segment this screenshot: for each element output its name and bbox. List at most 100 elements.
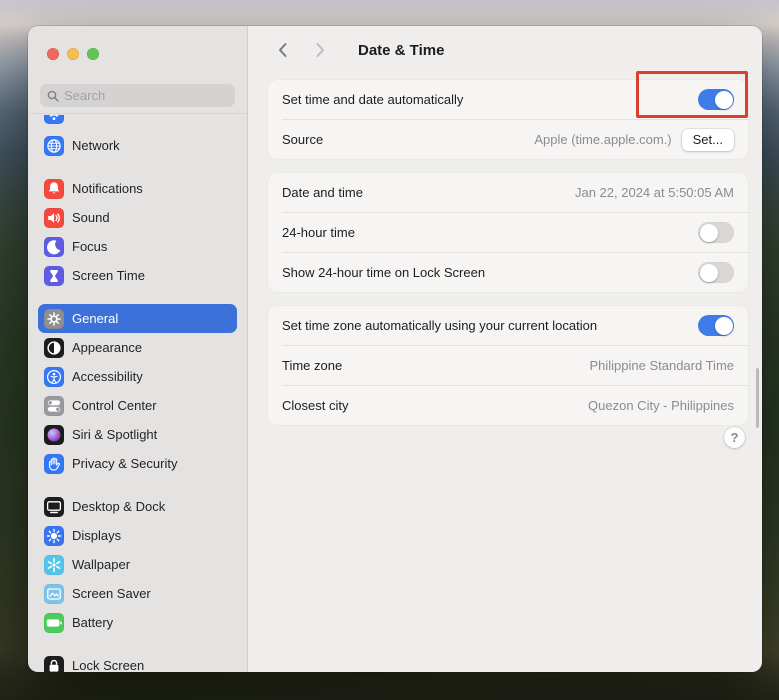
chevron-left-icon — [277, 42, 288, 58]
content-pane: Date & Time Set time and date automatica… — [248, 26, 762, 672]
setting-value: Jan 22, 2024 at 5:50:05 AM — [575, 185, 734, 200]
settings-row: Show 24-hour time on Lock Screen — [268, 253, 748, 292]
setting-value-area — [698, 89, 734, 110]
setting-label: Set time and date automatically — [282, 92, 463, 107]
setting-value: Apple (time.apple.com.) — [534, 132, 671, 147]
sidebar-item-lock-screen[interactable]: Lock Screen — [38, 651, 237, 672]
sidebar-item-notifications[interactable]: Notifications — [38, 174, 237, 203]
sidebar-item-appearance[interactable]: Appearance — [38, 333, 237, 362]
settings-group: Set time and date automatically Source App… — [268, 80, 748, 159]
settings-row: Closest city Quezon City - Philippines — [268, 386, 748, 425]
system-settings-window: Network Notifications Sound Focus Screen Tim… — [28, 26, 762, 672]
sidebar-item-general[interactable]: General — [38, 304, 237, 333]
search-field[interactable] — [40, 84, 235, 107]
sidebar-item-network[interactable]: Network — [38, 131, 237, 160]
setting-value-area — [698, 262, 734, 283]
toggle-switch[interactable] — [698, 315, 734, 336]
sidebar-item-control-center[interactable]: Control Center — [38, 391, 237, 420]
sidebar-item-accessibility[interactable]: Accessibility — [38, 362, 237, 391]
sidebar-group: Desktop & Dock Displays Wallpaper Screen Sa… — [28, 492, 247, 637]
sidebar-item-label: Displays — [72, 528, 121, 543]
sidebar-item-label: Wallpaper — [72, 557, 130, 572]
setting-value-area: Quezon City - Philippines — [588, 398, 734, 413]
settings-group: Set time zone automatically using your c… — [268, 306, 748, 425]
sidebar-item-screen-saver[interactable]: Screen Saver — [38, 579, 237, 608]
globe-icon — [44, 136, 64, 156]
setting-value-area — [698, 222, 734, 243]
zoom-button[interactable] — [87, 48, 99, 60]
sidebar-item-label: Privacy & Security — [72, 456, 177, 471]
sidebar-item-label: Notifications — [72, 181, 143, 196]
sidebar-group: Network — [28, 115, 247, 160]
sidebar-item-wallpaper[interactable]: Wallpaper — [38, 550, 237, 579]
minimize-button[interactable] — [67, 48, 79, 60]
siri-icon — [44, 425, 64, 445]
contrast-icon — [44, 338, 64, 358]
help-button[interactable]: ? — [724, 427, 745, 448]
sidebar-item-label: Focus — [72, 239, 107, 254]
sidebar-group: Notifications Sound Focus Screen Time — [28, 174, 247, 290]
sidebar-item-label: Screen Time — [72, 268, 145, 283]
sidebar-item-label: Appearance — [72, 340, 142, 355]
picture-icon — [44, 584, 64, 604]
sidebar-item-screen-time[interactable]: Screen Time — [38, 261, 237, 290]
bell-icon — [44, 179, 64, 199]
setting-label: Source — [282, 132, 323, 147]
sidebar-groups: Network Notifications Sound Focus Screen Tim… — [28, 113, 247, 672]
toggle-switch[interactable] — [698, 89, 734, 110]
sidebar-item-label: Sound — [72, 210, 110, 225]
sidebar-item-label: Screen Saver — [72, 586, 151, 601]
sidebar-item-desktop-dock[interactable]: Desktop & Dock — [38, 492, 237, 521]
scrollbar[interactable] — [756, 368, 759, 428]
settings-cards: Set time and date automatically Source App… — [248, 74, 762, 425]
close-button[interactable] — [47, 48, 59, 60]
hourglass-icon — [44, 266, 64, 286]
setting-label: Closest city — [282, 398, 348, 413]
window-controls — [47, 48, 99, 60]
lock-icon — [44, 656, 64, 673]
settings-row: Time zone Philippine Standard Time — [268, 346, 748, 385]
speaker-icon — [44, 208, 64, 228]
toggle-switch[interactable] — [698, 222, 734, 243]
sidebar-item-battery[interactable]: Battery — [38, 608, 237, 637]
wifi-icon — [44, 115, 64, 124]
sidebar-item-label: Control Center — [72, 398, 157, 413]
sidebar-group: General Appearance Accessibility Control Ce… — [28, 304, 247, 478]
sidebar-group: Lock Screen — [28, 651, 247, 672]
settings-row: Date and time Jan 22, 2024 at 5:50:05 AM — [268, 173, 748, 212]
setting-value: Philippine Standard Time — [589, 358, 734, 373]
flower-icon — [44, 555, 64, 575]
set-button[interactable]: Set... — [682, 129, 734, 151]
sidebar-item-wifi-partial[interactable] — [38, 115, 237, 131]
battery-icon — [44, 613, 64, 633]
page-title: Date & Time — [358, 42, 444, 59]
setting-value: Quezon City - Philippines — [588, 398, 734, 413]
setting-value-area: Jan 22, 2024 at 5:50:05 AM — [575, 185, 734, 200]
search-input[interactable] — [64, 88, 228, 103]
setting-label: Show 24-hour time on Lock Screen — [282, 265, 485, 280]
moon-icon — [44, 237, 64, 257]
back-button[interactable] — [270, 38, 294, 62]
toggle-knob — [700, 224, 718, 242]
toggle-knob — [715, 317, 733, 335]
sidebar-item-focus[interactable]: Focus — [38, 232, 237, 261]
setting-label: Date and time — [282, 185, 363, 200]
setting-label: Time zone — [282, 358, 342, 373]
sidebar-item-displays[interactable]: Displays — [38, 521, 237, 550]
sidebar-item-sound[interactable]: Sound — [38, 203, 237, 232]
sidebar-item-label: Network — [72, 138, 120, 153]
sidebar-item-label: Desktop & Dock — [72, 499, 165, 514]
toggle-switch[interactable] — [698, 262, 734, 283]
dock-icon — [44, 497, 64, 517]
settings-row: 24-hour time — [268, 213, 748, 252]
settings-row: Source Apple (time.apple.com.) Set... — [268, 120, 748, 159]
setting-value-area: Philippine Standard Time — [589, 358, 734, 373]
toggle-knob — [700, 264, 718, 282]
forward-button[interactable] — [308, 38, 332, 62]
sidebar-item-siri-spotlight[interactable]: Siri & Spotlight — [38, 420, 237, 449]
chevron-right-icon — [315, 42, 326, 58]
settings-row: Set time and date automatically — [268, 80, 748, 119]
setting-label: Set time zone automatically using your c… — [282, 318, 597, 333]
sidebar-item-privacy-security[interactable]: Privacy & Security — [38, 449, 237, 478]
accessibility-icon — [44, 367, 64, 387]
